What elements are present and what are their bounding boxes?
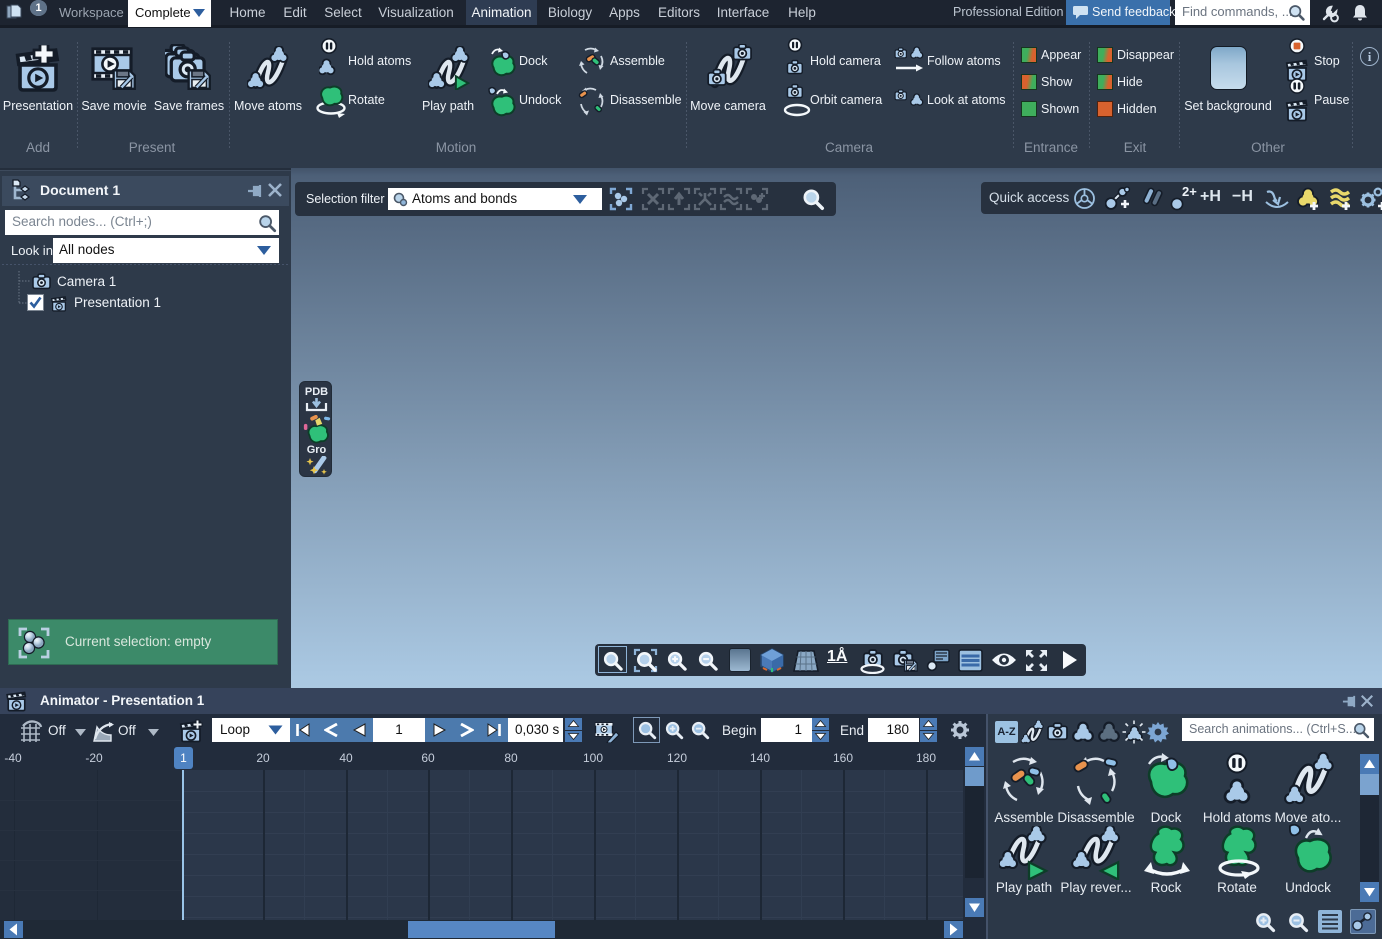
svg-text:2+: 2+ — [1182, 185, 1197, 199]
